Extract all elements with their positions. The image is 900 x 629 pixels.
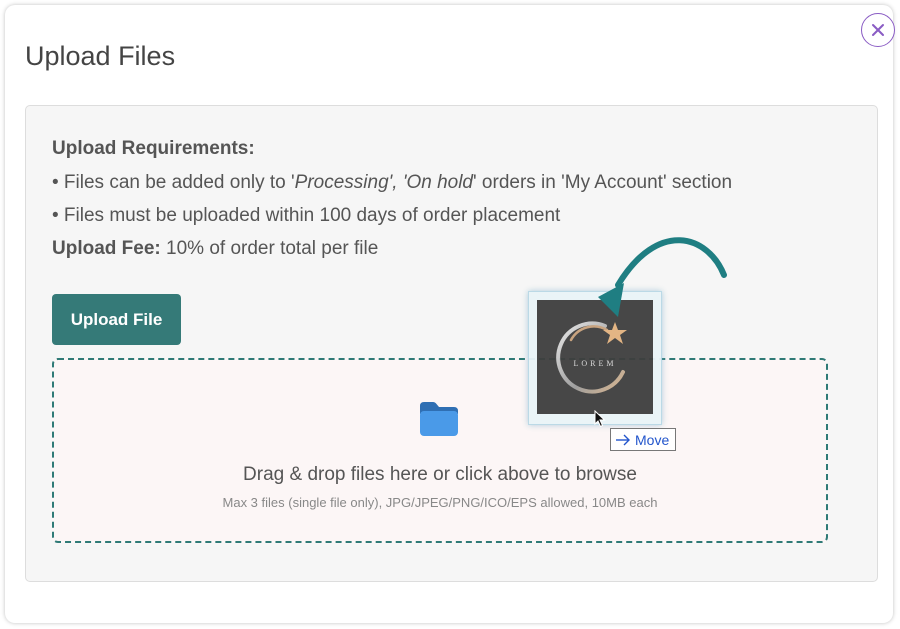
logo-text: LOREM <box>574 359 617 368</box>
folder-icon <box>420 402 458 436</box>
drop-zone-hint: Max 3 files (single file only), JPG/JPEG… <box>222 495 658 510</box>
dialog-title: Upload Files <box>25 41 176 71</box>
arrow-right-icon <box>616 434 630 445</box>
mouse-cursor-icon <box>594 410 606 428</box>
upload-file-button[interactable]: Upload File <box>52 294 181 345</box>
requirement-time-limit: • Files must be uploaded within 100 days… <box>52 205 561 226</box>
drop-zone-text: Drag & drop files here or click above to… <box>243 464 637 485</box>
close-x-icon <box>872 24 884 36</box>
move-tooltip-label: Move <box>635 431 670 448</box>
upload-fee: Upload Fee: 10% of order total per file <box>52 238 379 259</box>
requirement-order-status: • Files can be added only to 'Processing… <box>52 172 733 193</box>
move-tooltip: Move <box>610 428 677 451</box>
close-button[interactable] <box>861 13 895 47</box>
requirements-heading: Upload Requirements: <box>52 138 255 159</box>
curved-arrow-icon <box>598 237 727 317</box>
drop-zone[interactable] <box>52 358 828 543</box>
